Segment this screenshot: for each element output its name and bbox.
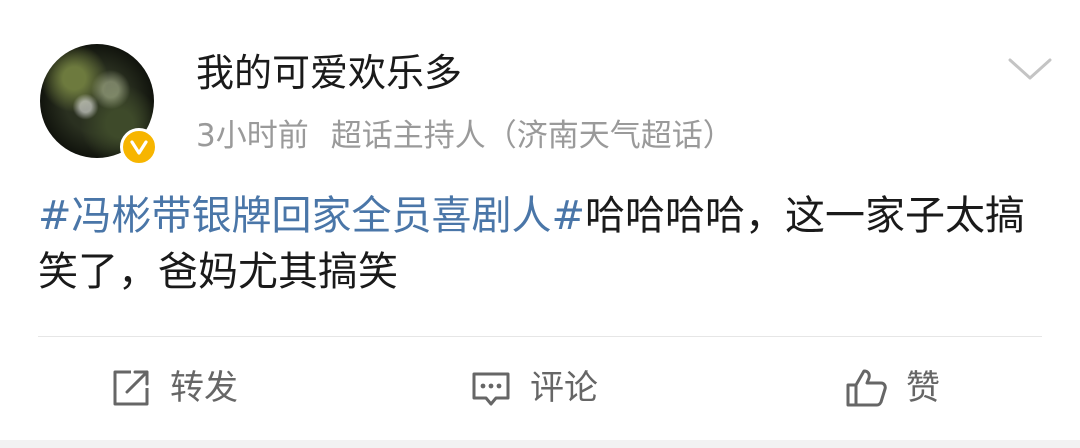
like-button[interactable]: 赞	[844, 360, 940, 416]
chevron-down-icon[interactable]	[1006, 54, 1054, 86]
verified-v-icon	[130, 140, 148, 155]
author-name[interactable]: 我的可爱欢乐多	[196, 48, 462, 98]
repost-icon	[108, 365, 154, 411]
like-label: 赞	[906, 368, 940, 408]
comment-button[interactable]: 评论	[468, 360, 598, 416]
repost-label: 转发	[170, 368, 238, 408]
post-meta: 3小时前 超话主持人（济南天气超话）	[196, 114, 734, 158]
weibo-post-card: 我的可爱欢乐多 3小时前 超话主持人（济南天气超话） #冯彬带银牌回家全员喜剧人#…	[0, 0, 1080, 448]
verified-badge-icon	[120, 128, 158, 166]
post-source[interactable]: 超话主持人（济南天气超话）	[331, 118, 734, 154]
avatar-container[interactable]	[40, 44, 158, 166]
post-time: 3小时前	[196, 118, 309, 154]
post-content: #冯彬带银牌回家全员喜剧人#哈哈哈哈，这一家子太搞笑了，爸妈尤其搞笑	[38, 188, 1048, 300]
topic-link[interactable]: #冯彬带银牌回家全员喜剧人#	[38, 193, 585, 239]
repost-button[interactable]: 转发	[108, 360, 238, 416]
comment-icon	[468, 365, 514, 411]
comment-label: 评论	[530, 368, 598, 408]
card-bottom-separator	[0, 440, 1080, 448]
divider	[38, 336, 1042, 337]
thumbs-up-icon	[844, 365, 890, 411]
